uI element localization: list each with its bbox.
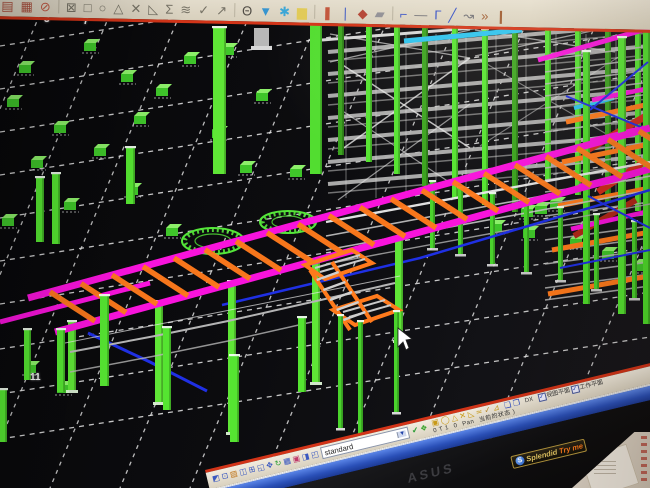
splendid-sticker: S Splendid Try me bbox=[510, 438, 587, 468]
confirm-icon[interactable]: ✓ bbox=[198, 3, 209, 16]
snap-circle-icon[interactable]: ○ bbox=[98, 1, 106, 14]
zoom-window-icon[interactable]: ◱ bbox=[256, 463, 265, 473]
create-plate-icon[interactable]: — bbox=[414, 8, 427, 21]
selection-filter-value: standard bbox=[324, 441, 354, 457]
filter-icons: ✔❖ bbox=[411, 424, 428, 435]
work-area-icon[interactable]: ▆ bbox=[297, 5, 307, 18]
sticker-primary-text: Splendid bbox=[525, 447, 558, 463]
snap-geometry-icon[interactable]: □ bbox=[84, 1, 92, 14]
drawing-list-icon[interactable]: ▦ bbox=[20, 0, 33, 13]
binoculars-icon[interactable]: Θ bbox=[242, 4, 252, 17]
clip-plane-icon[interactable]: ▼ bbox=[259, 5, 272, 18]
dx-label: DX bbox=[524, 396, 534, 404]
pointer-arrow-icon[interactable]: ↗ bbox=[216, 4, 227, 17]
sum-icon[interactable]: Σ bbox=[165, 3, 173, 16]
snap-perpendicular-icon[interactable]: ◺ bbox=[148, 2, 158, 15]
item-icon[interactable]: ❙ bbox=[495, 10, 506, 23]
fast-forward-icon[interactable]: » bbox=[481, 9, 489, 22]
render-view-icon[interactable]: ❖ bbox=[420, 424, 429, 433]
snap-points-icon[interactable]: ⊠ bbox=[66, 1, 77, 14]
toolbar-divider bbox=[392, 6, 393, 20]
snap-end-icon[interactable]: △ bbox=[451, 413, 459, 422]
named-view-icon[interactable]: ⊞ bbox=[248, 465, 256, 474]
create-beam-icon[interactable]: ⌐ bbox=[400, 8, 408, 21]
phase-icon[interactable]: ◨ bbox=[301, 452, 310, 462]
asus-logo: ASUS bbox=[407, 459, 455, 485]
snap-triangle-icon[interactable]: △ bbox=[113, 2, 123, 15]
splendid-logo-icon: S bbox=[514, 455, 525, 466]
inquire-icon[interactable]: ◰ bbox=[310, 450, 319, 460]
mark-icon[interactable]: ▰ bbox=[375, 7, 385, 20]
report-icon[interactable]: ▤ bbox=[1, 0, 14, 13]
create-polybeam-icon[interactable]: ╱ bbox=[448, 9, 456, 22]
snap-intersection-icon[interactable]: ✕ bbox=[130, 2, 141, 15]
snap-settings-icon[interactable]: ◩ bbox=[211, 474, 220, 484]
create-view-icon[interactable]: ◫ bbox=[239, 467, 248, 477]
point-icon[interactable]: ⊡ bbox=[221, 472, 229, 481]
mouse-cursor bbox=[398, 328, 412, 350]
snap-line-icon[interactable]: ≋ bbox=[180, 3, 191, 16]
view-properties-icon[interactable]: ▨ bbox=[229, 470, 238, 480]
red-text-marks bbox=[641, 436, 647, 482]
bolt-icon[interactable]: ❚ bbox=[322, 6, 333, 19]
count-indicator: 0 bbox=[453, 422, 458, 429]
toolbar-divider bbox=[234, 3, 235, 17]
weld-icon[interactable]: ◆ bbox=[358, 7, 368, 20]
create-column-icon[interactable]: Γ bbox=[434, 8, 441, 21]
interrupt-icon[interactable]: ⊘ bbox=[40, 0, 51, 13]
pan-tool-icon[interactable]: ✥ bbox=[266, 461, 274, 470]
grid-icon[interactable]: ▦ bbox=[283, 457, 292, 467]
stud-icon[interactable]: ❘ bbox=[340, 6, 351, 19]
component-catalog-icon[interactable]: ▣ bbox=[292, 455, 301, 465]
sticker-secondary-text: Try me bbox=[558, 441, 584, 455]
rotate-view-icon[interactable]: ↻ bbox=[274, 459, 282, 468]
toolbar-divider bbox=[58, 0, 59, 13]
flight-mode-icon[interactable]: ✱ bbox=[279, 5, 290, 18]
select-filter-check-icon[interactable]: ✔ bbox=[411, 426, 419, 435]
snap-perp-icon[interactable]: ◺ bbox=[467, 409, 475, 418]
chevron-down-icon[interactable]: ▼ bbox=[397, 430, 407, 438]
toolbar-divider bbox=[314, 5, 315, 19]
create-curved-beam-icon[interactable]: ↝ bbox=[463, 9, 474, 22]
monitor-photo: 3711 ▤▦⊘⊠□○△✕◺Σ≋✓↗Θ▼✱▆❚❘◆▰⌐—Γ╱↝»❙ ◩⊡▨◫⊞◱… bbox=[0, 0, 650, 488]
